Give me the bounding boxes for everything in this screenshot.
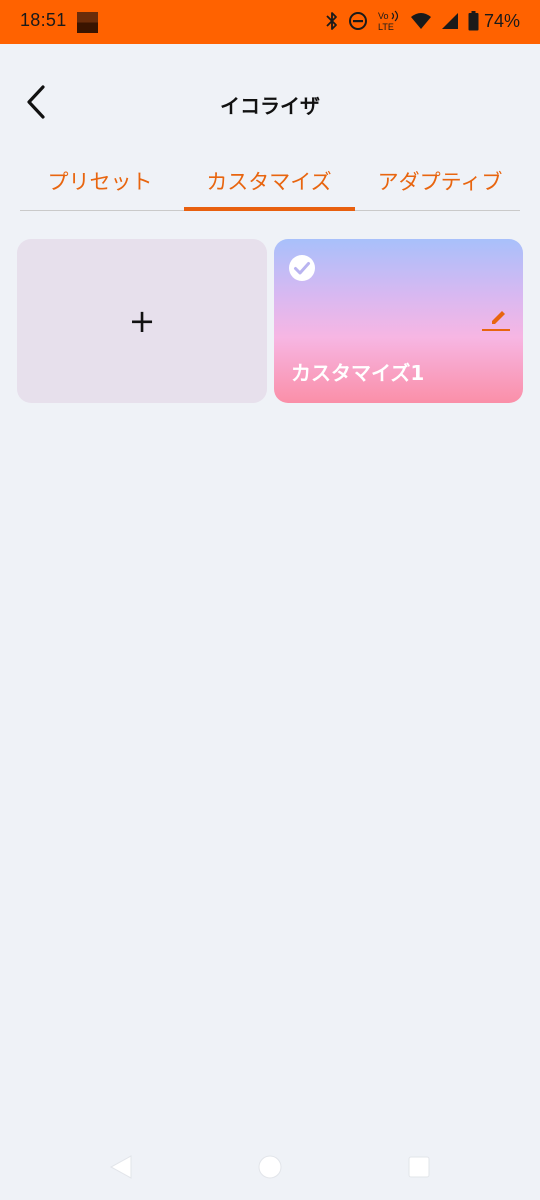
recents-square-icon[interactable] [406,1153,432,1181]
custom-eq-card[interactable]: カスタマイズ1 [274,239,523,403]
home-circle-icon[interactable] [257,1153,283,1181]
check-circle-icon [289,255,315,281]
tab-indicator [184,207,355,211]
wifi-icon [410,12,432,30]
add-custom-eq-button[interactable]: + [17,239,267,403]
volte-icon: Vo LTE [377,9,401,33]
status-bar: 18:51 Vo LTE 74% [0,0,540,44]
tab-adaptive[interactable]: アダプティブ [360,162,520,208]
signal-icon [441,12,459,30]
battery-icon [468,11,479,31]
page-title: イコライザ [220,94,320,118]
edit-pencil-icon[interactable] [481,309,511,333]
bluetooth-icon [325,10,339,32]
svg-text:Vo: Vo [378,11,389,21]
status-time: 18:51 [20,10,67,30]
battery-percentage: 74% [483,10,520,31]
status-icons: Vo LTE 74% [325,9,520,33]
tab-preset[interactable]: プリセット [20,162,180,208]
notification-icon [77,12,98,33]
navigation-bar [0,1140,540,1200]
tab-bar: プリセット カスタマイズ アダプティブ [20,162,520,211]
tab-customize[interactable]: カスタマイズ [184,162,354,208]
back-triangle-icon[interactable] [108,1153,134,1181]
plus-icon: + [128,302,156,340]
svg-text:LTE: LTE [378,22,394,32]
custom-eq-name: カスタマイズ1 [291,361,425,385]
do-not-disturb-icon [348,11,368,31]
header: イコライザ [0,44,540,162]
